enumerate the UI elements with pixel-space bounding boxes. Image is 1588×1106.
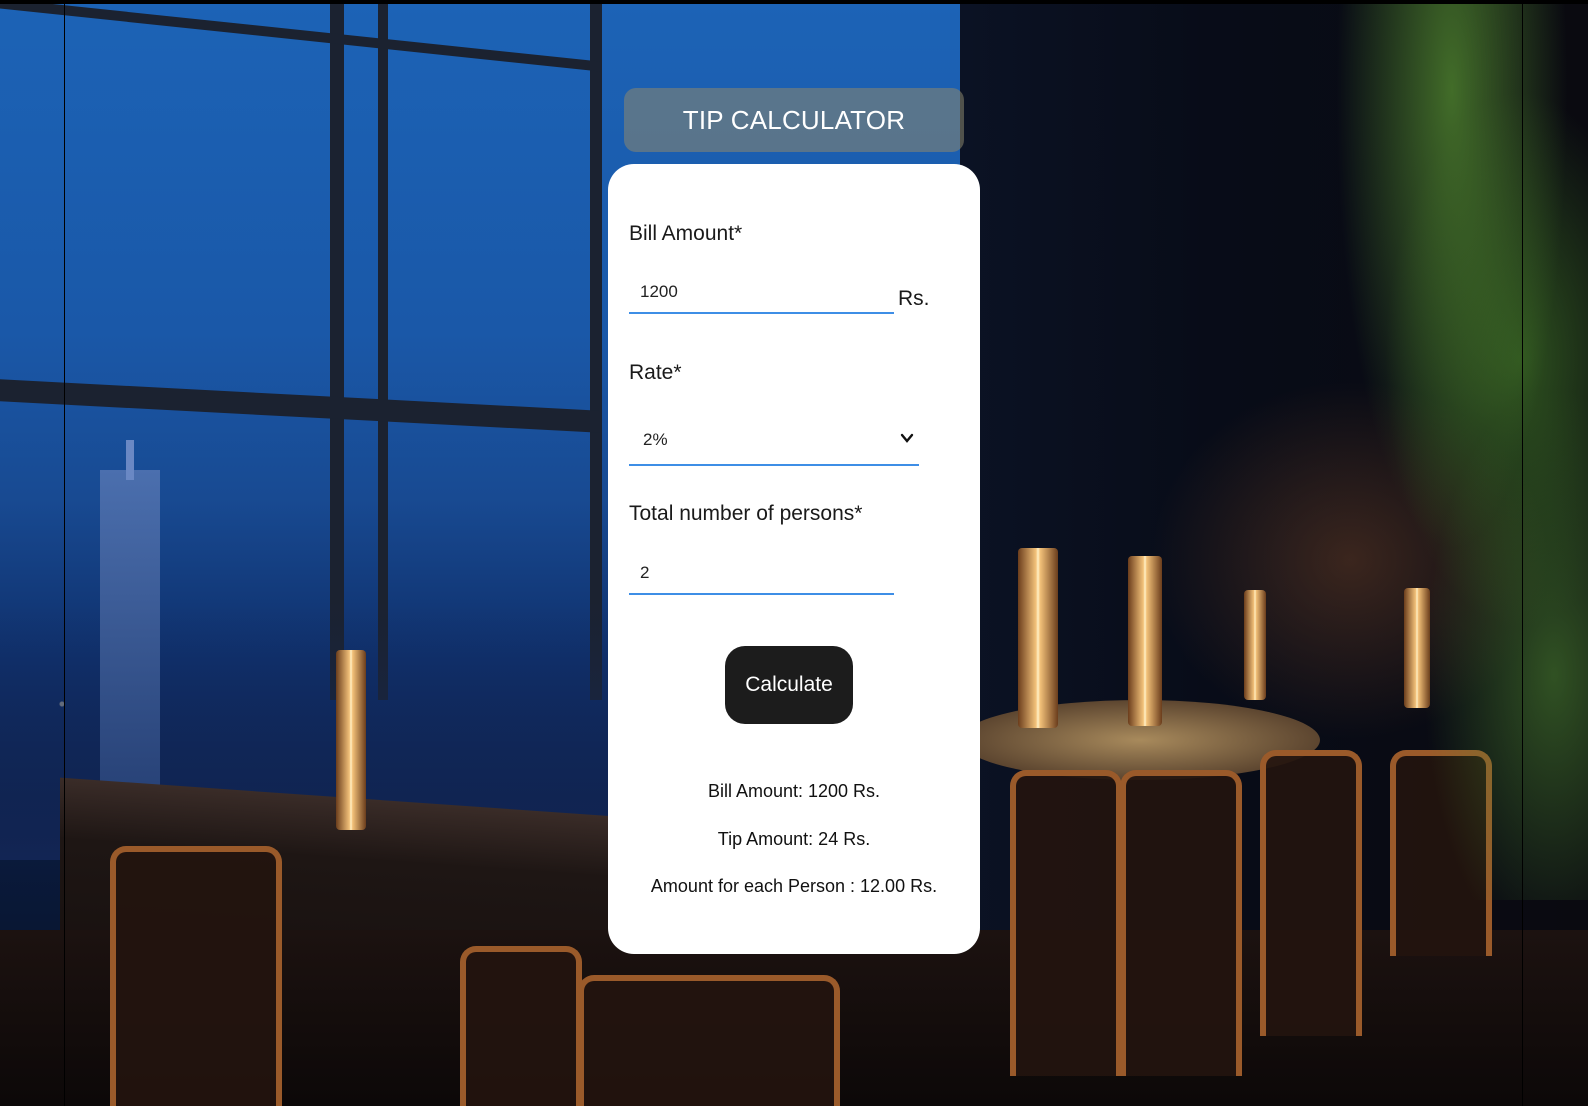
tip-amount-result: Tip Amount: 24 Rs. [717, 829, 871, 849]
window-frame [330, 0, 344, 700]
rate-label: Rate* [629, 361, 682, 384]
chair [1010, 770, 1122, 1076]
rate-select[interactable]: 2% [629, 422, 919, 466]
lamp [1128, 556, 1162, 726]
calculator-card: Bill Amount* Rs. Rate* 2% Total number o… [608, 164, 980, 954]
skyscraper-spire [126, 440, 134, 480]
chair [460, 946, 582, 1106]
right-guide-line [1522, 0, 1523, 1106]
bill-amount-result: Bill Amount: 1200 Rs. [707, 781, 881, 801]
rate-selected-value: 2% [643, 430, 668, 449]
chair [110, 846, 282, 1106]
bill-amount-label: Bill Amount* [629, 222, 743, 245]
lamp [1018, 548, 1058, 728]
window-frame [378, 0, 388, 700]
lamp [336, 650, 366, 830]
left-guide-line [64, 0, 65, 1106]
plant-leaves [1248, 0, 1588, 900]
window-frame [590, 0, 602, 700]
app-title: TIP CALCULATOR [682, 104, 906, 135]
top-border [0, 0, 1588, 4]
per-person-result: Amount for each Person : 12.00 Rs. [650, 876, 938, 896]
persons-label: Total number of persons* [629, 502, 863, 525]
chair [1120, 770, 1242, 1076]
chair [578, 975, 840, 1106]
bill-amount-input[interactable] [629, 272, 894, 314]
persons-input[interactable] [629, 553, 894, 595]
chevron-down-icon [900, 433, 914, 443]
bill-unit-label: Rs. [898, 287, 930, 310]
calculate-button[interactable]: Calculate [725, 646, 853, 724]
app-title-banner: TIP CALCULATOR [624, 88, 964, 152]
